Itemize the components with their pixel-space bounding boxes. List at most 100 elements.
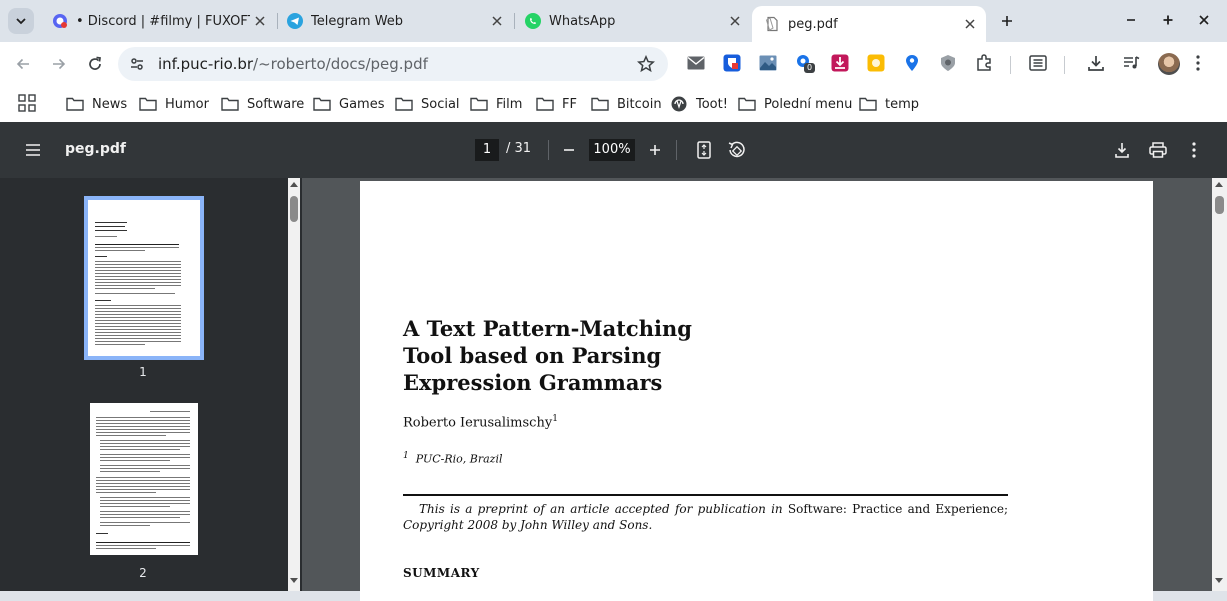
folder-icon [139,96,157,112]
browser-toolbar: inf.puc-rio.br/~roberto/docs/peg.pdf 0 [0,42,1227,86]
close-icon[interactable] [250,11,270,31]
tab-title: peg.pdf [788,16,838,32]
new-tab-button[interactable] [996,10,1018,32]
download-manager-icon[interactable] [830,53,850,73]
close-icon[interactable] [960,14,980,34]
bookmark-film[interactable]: Film [470,92,522,116]
url-text[interactable]: inf.puc-rio.br/~roberto/docs/peg.pdf [158,55,428,73]
forward-button[interactable] [45,50,73,78]
page-thumbnail-2[interactable] [90,403,198,555]
print-button[interactable] [1146,138,1170,162]
minus-icon [564,149,574,151]
sidebar-scroll-thumb[interactable] [290,196,298,222]
document-scroll-thumb[interactable] [1215,196,1224,214]
author-superscript: 1 [552,414,558,424]
bookmarks-bar: News Humor Software Games Social Film FF… [0,86,1227,122]
bookmark-humor[interactable]: Humor [139,92,209,116]
bookmark-social[interactable]: Social [395,92,460,116]
reading-list-icon[interactable] [1028,53,1048,73]
fit-page-button[interactable] [692,138,716,162]
tab-strip: • Discord | #filmy | FUXOFT Telegram Web… [0,0,1227,42]
tab-title: • Discord | #filmy | FUXOFT [76,13,250,29]
folder-icon [738,96,756,112]
rotate-icon [728,141,745,158]
extensions-puzzle-icon[interactable] [974,53,994,73]
address-bar[interactable]: inf.puc-rio.br/~roberto/docs/peg.pdf [118,47,668,81]
minimize-button[interactable] [1119,9,1143,31]
pdf-title: peg.pdf [65,141,126,157]
site-info-button[interactable] [124,51,150,77]
page-number-input[interactable]: 1 [475,139,499,161]
image-viewer-icon[interactable] [758,53,778,73]
tab-telegram[interactable]: Telegram Web [275,6,513,36]
bookmark-label: Games [339,96,385,112]
bookmark-label: FF [562,96,577,112]
pdf-document-view: A Text Pattern-Matching Tool based on Pa… [302,178,1227,601]
tune-icon [131,58,143,70]
tab-peg-pdf[interactable]: peg.pdf [752,6,986,42]
maximize-button[interactable] [1156,9,1180,31]
folder-icon [536,96,554,112]
telegram-icon [287,13,303,29]
bitwarden-icon[interactable] [722,53,742,73]
bookmark-toot[interactable]: Toot! [670,92,728,116]
apps-grid-icon[interactable] [18,94,36,112]
scroll-down-arrow[interactable] [1215,578,1223,583]
bookmark-software[interactable]: Software [221,92,304,116]
close-icon[interactable] [725,11,745,31]
mail-icon[interactable] [686,53,706,73]
scroll-down-arrow[interactable] [290,578,298,583]
back-button[interactable] [9,50,37,78]
location-icon[interactable] [902,53,922,73]
zoom-level-input[interactable]: 100% [589,139,635,161]
bookmark-bitcoin[interactable]: Bitcoin [591,92,662,116]
affiliation-superscript: 1 [403,451,409,461]
bookmark-label: Software [247,96,305,112]
downloads-icon[interactable] [1086,53,1106,73]
url-path: /~roberto/docs/peg.pdf [253,55,428,73]
scroll-up-arrow[interactable] [1215,182,1223,187]
bookmark-games[interactable]: Games [313,92,384,116]
tab-search-button[interactable] [8,8,34,34]
bookmark-label: Humor [165,96,209,112]
profile-avatar[interactable] [1158,53,1180,75]
close-window-button[interactable] [1192,9,1216,31]
toolbar-separator [1010,56,1011,74]
arrow-right-icon [53,58,66,70]
tab-discord[interactable]: • Discord | #filmy | FUXOFT [40,6,276,36]
page-thumbnail-1[interactable] [84,196,204,360]
sidebar-toggle-button[interactable] [21,138,45,162]
zoom-in-button[interactable] [643,138,667,162]
zoom-out-button[interactable] [557,138,581,162]
bookmark-ff[interactable]: FF [536,92,577,116]
folder-icon [66,96,84,112]
bookmark-star-button[interactable] [636,54,656,74]
bookmark-label: Film [496,96,523,112]
reload-button[interactable] [81,50,109,78]
scroll-up-arrow[interactable] [290,182,298,187]
pdf-more-button[interactable] [1182,138,1206,162]
bookmark-poledni-menu[interactable]: Polední menu [738,92,852,116]
author-name: Roberto Ierusalimschy [403,415,553,431]
extension-counter-icon[interactable]: 0 [794,53,816,73]
rotate-button[interactable] [724,138,748,162]
sidebar-scrollbar[interactable] [288,178,300,591]
tab-whatsapp[interactable]: WhatsApp [513,6,751,36]
privacy-icon[interactable] [938,53,958,73]
browser-menu-button[interactable] [1188,53,1208,73]
media-control-icon[interactable] [1122,53,1142,73]
bookmark-news[interactable]: News [66,92,127,116]
download-pdf-button[interactable] [1110,138,1134,162]
bookmark-temp[interactable]: temp [859,92,919,116]
hamburger-menu-icon [26,144,40,156]
notes-icon[interactable] [866,53,886,73]
thumbnail-sidebar: 1 2 [0,178,302,591]
discord-icon [53,14,67,28]
preprint-note: This is a preprint of an article accepte… [403,501,1008,533]
tab-title: Telegram Web [311,13,404,29]
close-icon[interactable] [487,11,507,31]
bookmark-label: Polední menu [764,96,853,112]
section-heading: SUMMARY [403,566,480,580]
kebab-menu-icon [1196,55,1200,71]
document-scrollbar[interactable] [1212,178,1227,591]
